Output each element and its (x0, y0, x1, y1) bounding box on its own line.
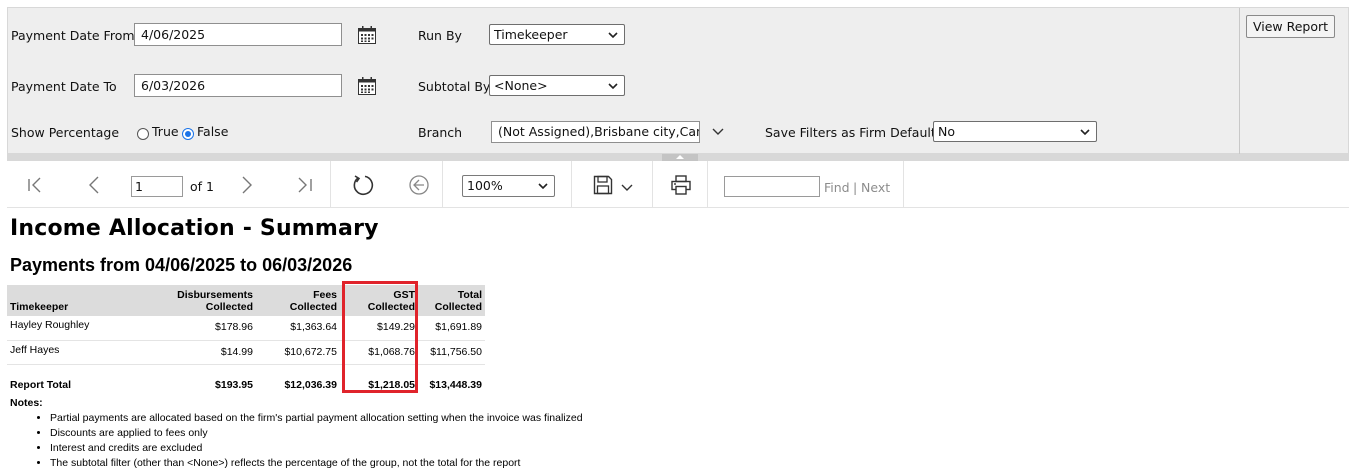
column-header-text: Collected (434, 301, 482, 313)
chevron-down-icon (608, 32, 618, 39)
column-header-text: Collected (289, 301, 337, 313)
column-header-text: Total (457, 289, 482, 301)
chevron-down-icon (608, 83, 618, 90)
next-link[interactable]: Next (861, 180, 890, 195)
toolbar-divider (903, 161, 904, 208)
list-item: Discounts are applied to fees only (50, 426, 583, 441)
print-icon[interactable] (670, 174, 692, 196)
payment-date-from-label: Payment Date From (11, 28, 135, 43)
toolbar-divider (707, 161, 708, 208)
next-page-icon[interactable] (235, 174, 257, 196)
total-cell: $11,756.50 (418, 340, 485, 365)
radio-true-label: True (152, 124, 179, 139)
column-header-fees: Fees Collected (256, 285, 340, 316)
save-filters-select[interactable]: No (933, 121, 1097, 142)
column-header-text: Disbursements (177, 289, 253, 301)
parameter-divider (1239, 8, 1240, 155)
view-report-button[interactable]: View Report (1246, 15, 1335, 38)
previous-page-icon[interactable] (84, 174, 106, 196)
chevron-down-icon[interactable] (620, 183, 634, 193)
last-page-icon[interactable] (294, 174, 316, 196)
fees-cell: $10,672.75 (256, 340, 340, 365)
subtotal-by-label: Subtotal By (418, 79, 491, 94)
column-header-text: Collected (205, 301, 253, 313)
fees-cell: $1,363.64 (256, 316, 340, 341)
zoom-value: 100% (467, 178, 503, 193)
grand-total-cell: $13,448.39 (429, 379, 482, 391)
subtotal-by-select[interactable]: <None> (489, 75, 625, 96)
total-label-cell: Report Total (10, 379, 72, 391)
toolbar-divider (442, 161, 443, 208)
zoom-select[interactable]: 100% (462, 175, 555, 197)
notes-heading: Notes: (10, 397, 43, 409)
list-item: Interest and credits are excluded (50, 441, 583, 456)
timekeeper-cell: Jeff Hayes (7, 340, 144, 365)
calendar-icon[interactable] (357, 25, 377, 45)
disbursements-total-cell: $193.95 (215, 379, 253, 391)
payment-date-to-input[interactable]: 6/03/2026 (134, 74, 342, 97)
timekeeper-cell: Hayley Roughley (7, 316, 144, 341)
report-subtitle: Payments from 04/06/2025 to 06/03/2026 (10, 255, 353, 275)
calendar-icon[interactable] (357, 76, 377, 96)
page-number-input[interactable]: 1 (131, 176, 183, 197)
column-header-text: Timekeeper (10, 301, 69, 313)
branch-multiselect[interactable]: (Not Assigned),Brisbane city,Canbe (491, 121, 700, 143)
chevron-down-icon (1080, 129, 1090, 136)
back-icon[interactable] (408, 174, 430, 196)
page-count: of 1 (190, 179, 214, 194)
list-item: The subtotal filter (other than <None>) … (50, 456, 583, 471)
toolbar-divider (571, 161, 572, 208)
refresh-icon[interactable] (351, 173, 375, 197)
radio-false[interactable] (182, 128, 194, 140)
subtotal-by-value: <None> (494, 78, 548, 93)
toolbar-divider (652, 161, 653, 208)
find-separator: | (853, 180, 858, 195)
run-by-value: Timekeeper (494, 27, 568, 42)
run-by-select[interactable]: Timekeeper (489, 24, 625, 45)
collapse-handle[interactable] (662, 154, 698, 161)
save-filters-value: No (938, 124, 955, 139)
payment-date-to-label: Payment Date To (11, 79, 117, 94)
find-link[interactable]: Find (824, 180, 850, 195)
list-item: Partial payments are allocated based on … (50, 411, 583, 426)
notes-list: Partial payments are allocated based on … (10, 411, 583, 471)
column-header-total: Total Collected (418, 285, 485, 316)
fees-total-cell: $12,036.39 (284, 379, 337, 391)
column-header-disbursements: Disbursements Collected (144, 285, 256, 316)
disbursements-cell: $14.99 (144, 340, 256, 365)
first-page-icon[interactable] (24, 174, 46, 196)
toolbar-divider (330, 161, 331, 208)
radio-true[interactable] (137, 128, 149, 140)
disbursements-cell: $178.96 (144, 316, 256, 341)
radio-false-label: False (197, 124, 229, 139)
report-title: Income Allocation - Summary (10, 216, 379, 241)
save-icon[interactable] (592, 174, 614, 196)
column-header-timekeeper: Timekeeper (7, 285, 144, 316)
find-input[interactable] (724, 176, 820, 197)
report-notes: Notes: Partial payments are allocated ba… (10, 397, 583, 471)
payment-date-from-input[interactable]: 4/06/2025 (134, 23, 342, 46)
run-by-label: Run By (418, 28, 462, 43)
chevron-down-icon (538, 183, 548, 190)
total-cell: $1,691.89 (418, 316, 485, 341)
column-header-text: Fees (313, 289, 337, 301)
branch-label: Branch (418, 125, 463, 140)
chevron-down-icon[interactable] (711, 126, 725, 138)
gst-column-highlight (342, 281, 418, 393)
save-filters-label: Save Filters as Firm Default? (765, 125, 943, 140)
show-percentage-label: Show Percentage (11, 125, 120, 140)
